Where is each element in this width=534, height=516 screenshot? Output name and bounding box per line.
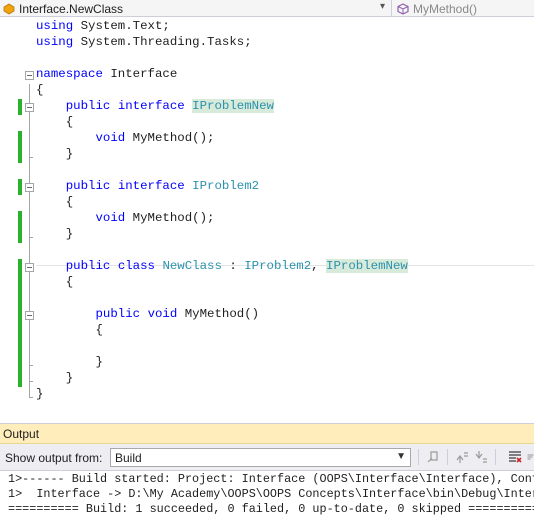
code-line: using System.Threading.Tasks; [0, 34, 534, 50]
code-line: using System.Text; [0, 18, 534, 34]
keyword: public [95, 307, 141, 321]
code-line: } [0, 226, 534, 242]
toolbar-separator [418, 449, 419, 465]
brace: { [65, 275, 74, 289]
code-line: public void MyMethod() [0, 306, 534, 322]
keyword: public [65, 99, 111, 113]
comma: , [311, 259, 327, 273]
brace: } [95, 355, 103, 369]
code-line: { [0, 82, 534, 98]
code-line: public class NewClass : IProblem2, IProb… [0, 258, 534, 274]
method-signature: MyMethod() [177, 307, 260, 321]
code-line: namespace Interface [0, 66, 534, 82]
class-icon [3, 3, 15, 14]
keyword: using [36, 19, 74, 33]
colon: : [221, 259, 245, 273]
word-wrap-icon[interactable] [527, 449, 534, 465]
output-line: 1>------ Build started: Project: Interfa… [8, 472, 534, 486]
keyword: interface [117, 179, 185, 193]
code-line: } [0, 146, 534, 162]
brace: { [65, 115, 74, 129]
code-line: } [0, 386, 534, 402]
find-message-icon[interactable] [425, 449, 441, 465]
brace: { [95, 323, 103, 337]
keyword: void [147, 307, 178, 321]
code-editor[interactable]: using System.Text; using System.Threadin… [0, 17, 534, 423]
keyword: interface [117, 99, 185, 113]
code-line: { [0, 274, 534, 290]
output-toolbar: Show output from: Build ▼ [0, 445, 534, 470]
method-declaration: MyMethod(); [125, 131, 215, 145]
toolbar-separator [447, 449, 448, 465]
next-message-icon[interactable] [473, 449, 489, 465]
chevron-down-icon[interactable]: ▼ [396, 451, 406, 462]
class-name: NewClass [162, 259, 222, 273]
method-icon [397, 2, 409, 15]
output-line: ========== Build: 1 succeeded, 0 failed,… [8, 502, 534, 516]
interface-name: IProblem2 [244, 259, 312, 273]
toolbar-separator [495, 449, 496, 465]
brace: { [65, 195, 74, 209]
keyword: public [65, 259, 111, 273]
code-line: } [0, 354, 534, 370]
keyword: class [117, 259, 155, 273]
code-line: public interface IProblemNew [0, 98, 534, 114]
brace: } [65, 371, 74, 385]
code-line: { [0, 114, 534, 130]
code-line: public interface IProblem2 [0, 178, 534, 194]
chevron-down-icon[interactable]: ▾ [380, 1, 385, 12]
show-output-label: Show output from: [5, 451, 103, 465]
code-line: void MyMethod(); [0, 130, 534, 146]
output-text-area[interactable]: 1>------ Build started: Project: Interfa… [0, 470, 534, 516]
keyword: namespace [36, 67, 103, 81]
output-source-value: Build [115, 451, 142, 465]
brace: } [65, 147, 74, 161]
code-line: } [0, 370, 534, 386]
class-dropdown-label: Interface.NewClass [19, 1, 124, 16]
code-line: void MyMethod(); [0, 210, 534, 226]
code-line: { [0, 322, 534, 338]
keyword: using [36, 35, 74, 49]
navigation-bar: Interface.NewClass ▾ MyMethod() [0, 0, 534, 17]
interface-name: IProblemNew [192, 99, 274, 113]
code-fragment: System.Text; [73, 19, 170, 33]
brace: } [36, 387, 44, 401]
output-line: 1> Interface -> D:\My Academy\OOPS\OOPS … [8, 487, 534, 501]
namespace-name: Interface [102, 67, 178, 81]
previous-message-icon[interactable] [454, 449, 470, 465]
class-dropdown[interactable]: Interface.NewClass ▾ [0, 0, 392, 17]
output-title[interactable]: Output [0, 424, 534, 444]
code-fragment: System.Threading.Tasks; [73, 35, 252, 49]
member-dropdown[interactable]: MyMethod() [393, 0, 534, 17]
interface-name: IProblem2 [192, 179, 260, 193]
keyword: void [95, 211, 126, 225]
method-declaration: MyMethod(); [125, 211, 215, 225]
brace: } [65, 227, 74, 241]
clear-all-icon[interactable] [507, 449, 523, 465]
brace: { [36, 83, 44, 97]
code-line: { [0, 194, 534, 210]
keyword: public [65, 179, 111, 193]
member-dropdown-label: MyMethod() [413, 1, 478, 16]
output-window: Output Show output from: Build ▼ 1>-----… [0, 423, 534, 516]
interface-name: IProblemNew [326, 259, 408, 273]
keyword: void [95, 131, 126, 145]
output-source-select[interactable]: Build ▼ [110, 448, 411, 467]
